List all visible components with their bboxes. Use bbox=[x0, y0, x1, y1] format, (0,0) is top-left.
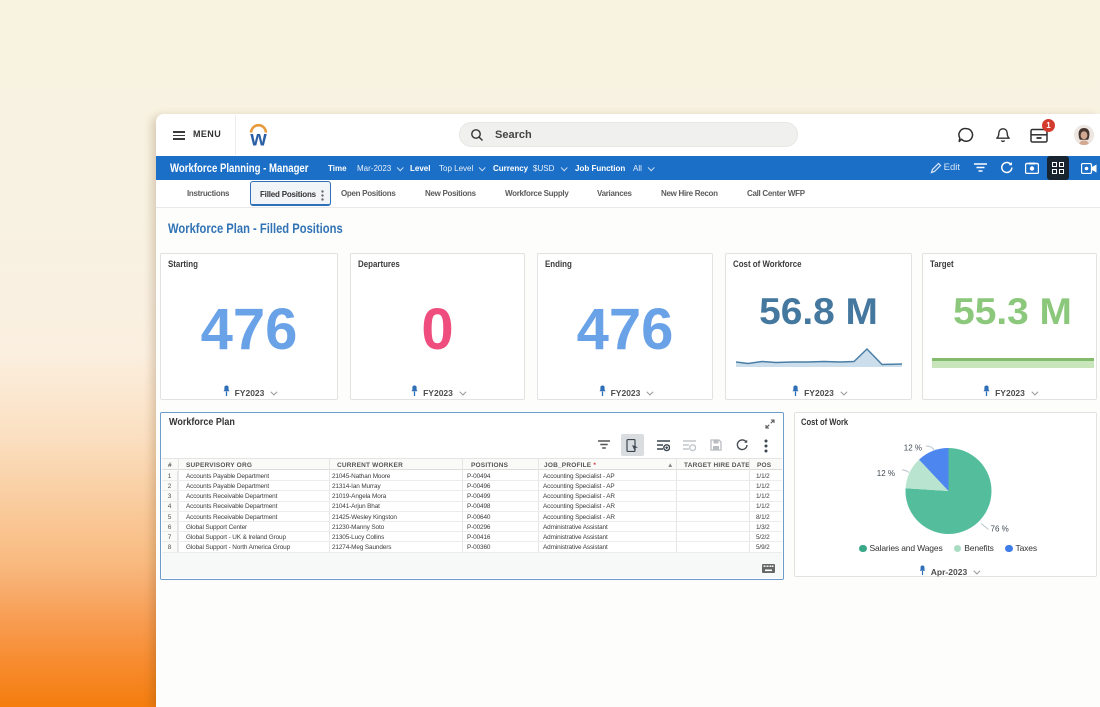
svg-text:76 %: 76 % bbox=[991, 525, 1009, 534]
svg-text:w: w bbox=[249, 128, 267, 146]
svg-text:12 %: 12 % bbox=[877, 469, 895, 478]
svg-text:12 %: 12 % bbox=[904, 444, 922, 453]
